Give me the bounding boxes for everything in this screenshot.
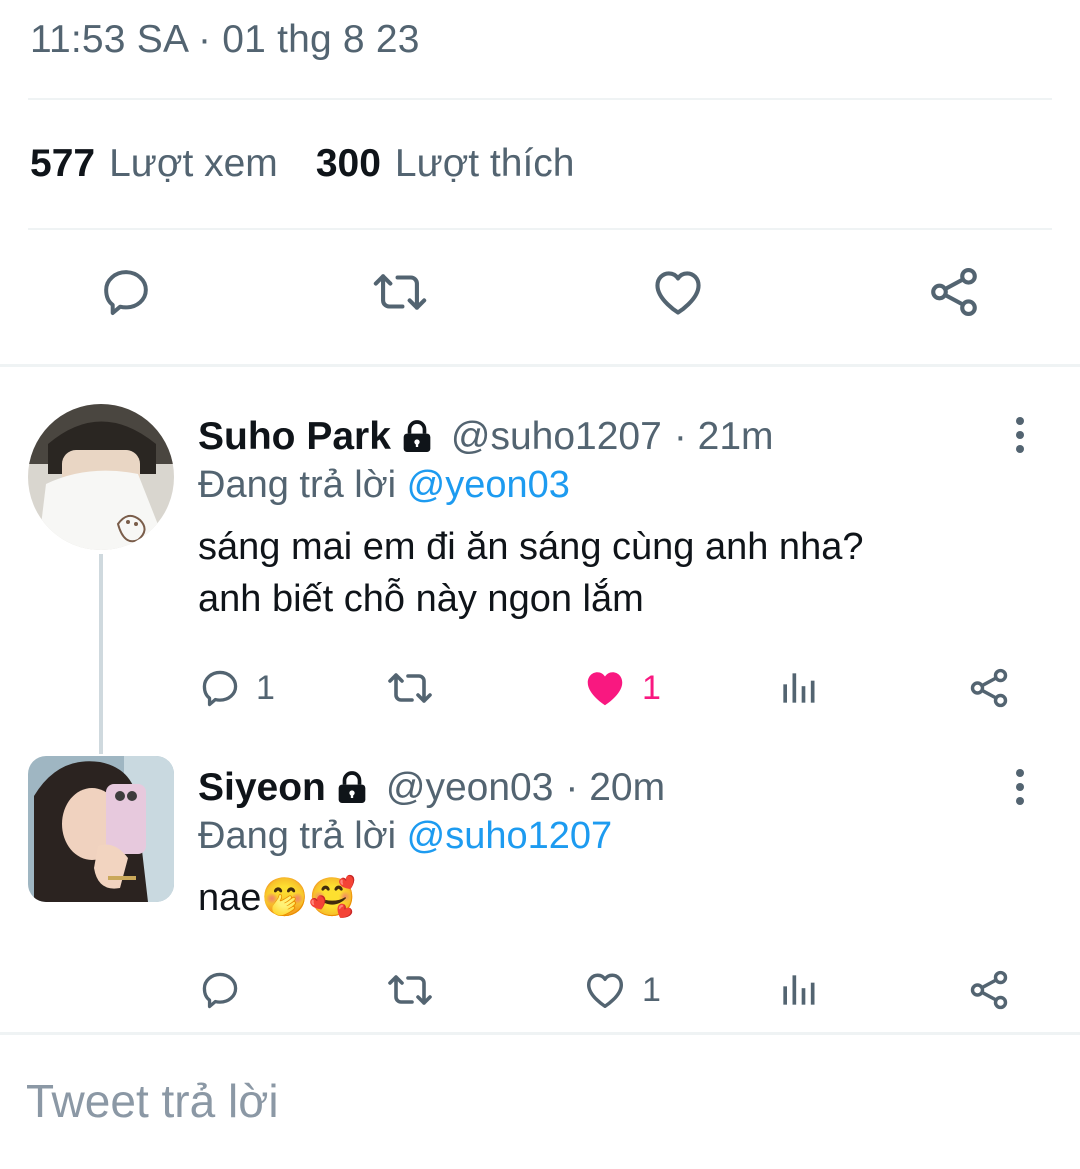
tweet-stats: 577 Lượt xem 300 Lượt thích <box>30 142 575 186</box>
dot <box>1016 769 1024 777</box>
retweet-icon <box>373 274 427 310</box>
thread-connector <box>99 554 103 754</box>
more-options-button[interactable] <box>1008 762 1032 812</box>
tweet-action-bar <box>0 262 1080 332</box>
mention-link[interactable]: @suho1207 <box>407 815 613 857</box>
share-button[interactable] <box>966 960 1012 1020</box>
relative-time: · 21m <box>673 415 774 458</box>
share-icon <box>970 970 1008 1010</box>
views-count: 577 <box>30 142 96 185</box>
more-options-button[interactable] <box>1008 410 1032 460</box>
retweet-icon <box>388 975 432 1005</box>
speech-bubble-icon <box>202 670 238 707</box>
retweet-button[interactable] <box>386 658 434 718</box>
reply-content: Siyeon @yeon03 · 20m Đang trả lời @suho1… <box>198 763 1000 924</box>
like-button[interactable] <box>648 262 708 322</box>
share-icon <box>931 267 977 317</box>
divider <box>28 98 1052 100</box>
heart-icon <box>655 271 701 315</box>
divider <box>28 228 1052 230</box>
lock-icon <box>332 768 372 808</box>
dot <box>1016 783 1024 791</box>
reply-count: 1 <box>256 668 275 707</box>
bar-chart-icon <box>783 975 815 1005</box>
tweet-reply-input[interactable]: Tweet trả lời <box>26 1074 279 1128</box>
retweet-icon <box>388 673 432 703</box>
share-icon <box>970 668 1008 708</box>
reply-button[interactable]: 1 <box>198 658 275 718</box>
reply-content: Suho Park @suho1207 · 21m Đang trả lời @… <box>198 412 1000 625</box>
analytics-button[interactable] <box>776 658 820 718</box>
share-button[interactable] <box>966 658 1012 718</box>
replying-prefix: Đang trả lời <box>198 815 397 857</box>
tweet-text: nae🤭🥰 <box>198 877 357 919</box>
like-count: 1 <box>642 970 661 1009</box>
likes-count: 300 <box>315 142 381 185</box>
tweet-timestamp: 11:53 SA · 01 thg 8 23 <box>30 18 420 61</box>
dot <box>1016 445 1024 453</box>
heart-icon <box>586 973 624 1009</box>
relative-time: · 20m <box>565 766 666 809</box>
speech-bubble-icon <box>202 972 238 1009</box>
bar-chart-icon <box>783 673 815 703</box>
user-handle[interactable]: @yeon03 <box>386 766 554 810</box>
reply-button[interactable] <box>96 262 156 322</box>
avatar[interactable] <box>28 404 174 550</box>
dot <box>1016 417 1024 425</box>
tweet-text: sáng mai em đi ăn sáng cùng anh nha? anh… <box>198 521 1000 625</box>
retweet-button[interactable] <box>370 262 430 322</box>
reply-action-bar: 1 <box>198 960 1038 1020</box>
display-name[interactable]: Siyeon <box>198 766 326 810</box>
views-stat[interactable]: 577 Lượt xem <box>30 142 278 186</box>
dot <box>1016 797 1024 805</box>
replying-to: Đang trả lời @suho1207 <box>198 815 1000 858</box>
likes-label: Lượt thích <box>394 142 575 185</box>
mention-link[interactable]: @yeon03 <box>407 464 570 506</box>
analytics-button[interactable] <box>776 960 820 1020</box>
dot <box>1016 431 1024 439</box>
user-handle[interactable]: @suho1207 <box>451 415 662 459</box>
section-divider <box>0 364 1080 367</box>
views-label: Lượt xem <box>109 142 278 185</box>
replying-prefix: Đang trả lời <box>198 464 397 506</box>
display-name[interactable]: Suho Park <box>198 415 391 459</box>
like-button[interactable]: 1 <box>582 960 661 1020</box>
like-count: 1 <box>642 668 661 707</box>
likes-stat[interactable]: 300 Lượt thích <box>316 142 575 186</box>
speech-bubble-icon <box>104 270 148 315</box>
share-button[interactable] <box>924 262 984 322</box>
avatar-photo <box>28 756 174 902</box>
tweet-text-line: sáng mai em đi ăn sáng cùng anh nha? <box>198 526 864 568</box>
tweet-text-line: anh biết chỗ này ngon lắm <box>198 578 644 620</box>
reply-header: Siyeon @yeon03 · 20m <box>198 763 1000 813</box>
reply-action-bar: 1 1 <box>198 658 1038 718</box>
avatar[interactable] <box>28 756 174 902</box>
heart-filled-icon <box>587 672 623 706</box>
lock-icon <box>397 417 437 457</box>
avatar-photo <box>28 404 174 550</box>
section-divider <box>0 1032 1080 1035</box>
like-button[interactable]: 1 <box>582 658 661 718</box>
replying-to: Đang trả lời @yeon03 <box>198 464 1000 507</box>
reply-header: Suho Park @suho1207 · 21m <box>198 412 1000 462</box>
retweet-button[interactable] <box>386 960 434 1020</box>
reply-button[interactable] <box>198 960 242 1020</box>
